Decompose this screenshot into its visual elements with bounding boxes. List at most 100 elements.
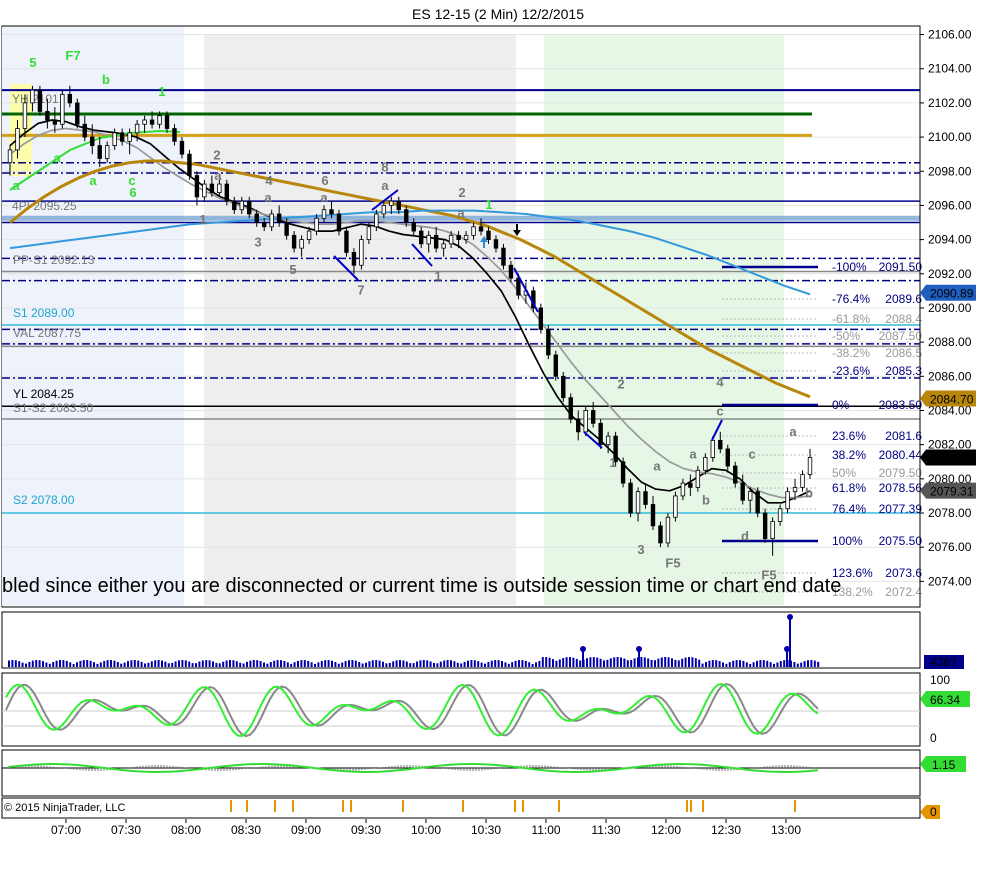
volume-bar — [35, 660, 38, 667]
candle-body — [254, 213, 259, 223]
candle — [755, 487, 760, 518]
marker-bar — [690, 800, 692, 812]
candle-body — [777, 508, 783, 522]
volume-bar — [361, 663, 364, 667]
volume-bar — [133, 660, 136, 667]
candle-body — [493, 239, 499, 249]
volume-bar — [256, 660, 259, 667]
volume-bar — [28, 661, 31, 667]
candle — [187, 149, 192, 180]
candle-body — [306, 230, 312, 241]
chart-canvas[interactable]: PP-S1 2092.13 S1 2089.00 VAL 2087.75 YL 208… — [0, 0, 996, 871]
volume-bar — [654, 660, 656, 667]
volume-bar — [201, 660, 204, 667]
marker-bar — [342, 800, 344, 812]
volume-bar — [212, 661, 214, 667]
volume-bar — [756, 660, 758, 667]
volume-bar — [388, 662, 391, 667]
volume-bar — [171, 662, 174, 667]
indicator-panels: 4387 66.34 1.15 0 — [1, 611, 970, 819]
macd-badge-value: 1.15 — [932, 758, 956, 772]
price-badge-value: 2090.89 — [930, 287, 974, 301]
volume-bar — [650, 660, 653, 667]
volume-bar — [181, 660, 184, 667]
wave-label: 1 — [485, 197, 492, 212]
volume-bar — [531, 663, 534, 667]
fib-value: 2085.3 — [885, 364, 922, 378]
volume-bar — [575, 658, 578, 667]
volume-bar — [616, 657, 619, 667]
volume-bar — [120, 663, 123, 667]
volume-bar — [310, 662, 313, 667]
volume-bar — [371, 660, 374, 667]
volume-bar — [65, 660, 68, 667]
volume-bar — [691, 657, 694, 667]
candle — [665, 513, 671, 548]
volume-bar — [773, 663, 775, 667]
time-tick-label: 08:30 — [231, 823, 261, 837]
candle-body — [366, 226, 372, 241]
volume-bar — [334, 662, 337, 667]
candle-body — [187, 153, 192, 176]
volume-bar — [467, 660, 469, 667]
volume-bar — [402, 660, 405, 667]
volume-bar — [82, 660, 85, 667]
volume-bar — [303, 660, 306, 667]
session-warning-text: bled since either you are disconnected o… — [2, 575, 842, 597]
volume-bar — [484, 663, 486, 667]
volume-bar — [419, 660, 422, 667]
wave-label: F7 — [65, 48, 80, 63]
candle-body — [792, 486, 798, 493]
marker-bar — [246, 800, 248, 812]
volume-bar — [722, 662, 724, 667]
volume-bar — [96, 663, 99, 667]
candle-body — [553, 354, 558, 377]
candle-body — [112, 132, 117, 147]
fib-percent: -76.4% — [832, 292, 870, 306]
volume-bar — [89, 660, 92, 667]
volume-bar — [242, 663, 245, 667]
volume-bar — [766, 660, 769, 667]
volume-bar — [331, 660, 333, 667]
volume-bar — [708, 660, 711, 667]
candle-body — [314, 217, 319, 232]
price-tick-label: 2100.00 — [928, 130, 972, 144]
wave-label: a — [457, 205, 465, 220]
volume-bar — [375, 660, 378, 667]
volume-bar — [463, 661, 466, 667]
marker-bar — [462, 800, 464, 812]
fib-percent: 100% — [832, 534, 863, 548]
candle-body — [45, 111, 50, 121]
volume-bar — [749, 663, 752, 667]
stochastic-badge-value: 66.34 — [930, 693, 960, 707]
volume-bar — [157, 660, 160, 667]
volume-bar — [249, 660, 252, 667]
time-tick-label: 10:30 — [471, 823, 501, 837]
level-label: S1-S2 2083.50 — [13, 401, 93, 415]
fib-value: 2079.50 — [879, 466, 923, 480]
volume-bar — [572, 657, 575, 667]
wave-label: 1 — [609, 455, 616, 470]
volume-bar — [504, 662, 507, 667]
volume-bar — [191, 663, 194, 667]
volume-bar — [626, 660, 629, 667]
price-tick-label: 2092.00 — [928, 267, 972, 281]
candle-body — [456, 234, 461, 241]
price-tick-label: 2094.00 — [928, 233, 972, 247]
volume-bar — [422, 660, 425, 667]
volume-bar — [796, 663, 799, 667]
candle-body — [321, 209, 327, 219]
wave-label: a — [381, 178, 389, 193]
level-label: PP-S1 2092.13 — [13, 253, 95, 267]
volume-bar — [188, 661, 191, 667]
price-badge: 2084.70 — [920, 390, 976, 407]
candle-body — [508, 264, 514, 279]
candle-body — [426, 234, 431, 245]
volume-bar — [110, 660, 112, 667]
candle-body — [396, 200, 401, 211]
candle-body — [486, 230, 491, 241]
volume-bar — [222, 661, 225, 667]
candle-body — [605, 435, 611, 446]
candle-body — [291, 234, 297, 249]
volume-bar — [609, 658, 612, 667]
